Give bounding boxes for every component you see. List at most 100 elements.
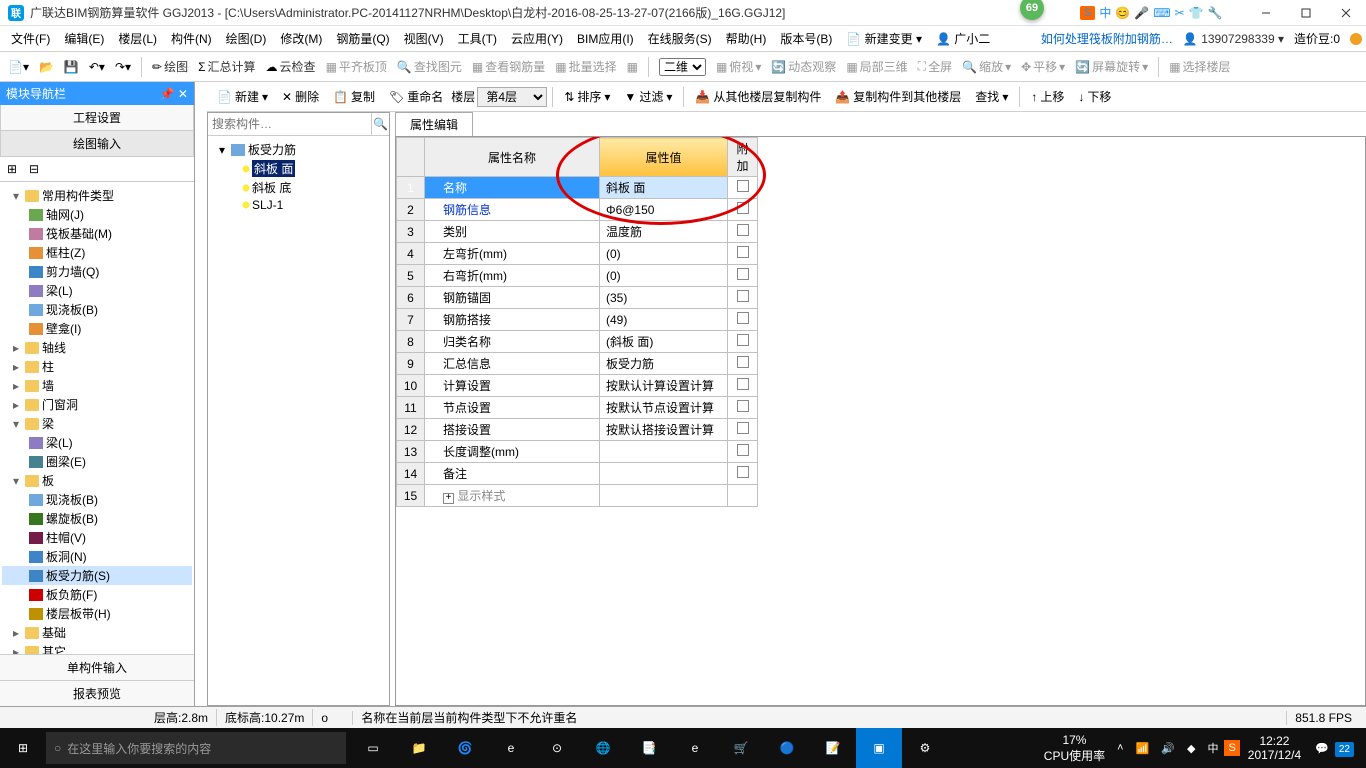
menu-item[interactable]: 版本号(B) xyxy=(773,29,839,49)
property-row[interactable]: 14备注 xyxy=(397,463,758,485)
help-link[interactable]: 如何处理筏板附加钢筋… xyxy=(1041,30,1173,47)
property-row[interactable]: 7钢筋搭接(49) xyxy=(397,309,758,331)
maximize-button[interactable] xyxy=(1286,0,1326,26)
move-up-button[interactable]: ↑ 上移 xyxy=(1025,85,1070,108)
copy-button[interactable]: 📋 复制 xyxy=(327,85,381,108)
extra-button[interactable]: ▦ xyxy=(623,57,642,77)
batch-select-button[interactable]: ▦ 批量选择 xyxy=(551,55,620,78)
nav-tree-node[interactable]: 轴网(J) xyxy=(2,205,192,224)
taskbar-app-4[interactable]: 🌐 xyxy=(580,728,626,768)
collapse-tree-icon[interactable]: ⊟ xyxy=(28,161,46,177)
nav-tree-node[interactable]: 框柱(Z) xyxy=(2,243,192,262)
nav-tree[interactable]: ▾常用构件类型轴网(J)筏板基础(M)框柱(Z)剪力墙(Q)梁(L)现浇板(B)… xyxy=(0,182,194,654)
nav-tree-node[interactable]: 壁龛(I) xyxy=(2,319,192,338)
nav-single-input[interactable]: 单构件输入 xyxy=(0,654,194,680)
sort-button[interactable]: ⇅ 排序 ▾ xyxy=(558,85,616,108)
taskbar-clock[interactable]: 12:222017/12/4 xyxy=(1240,734,1309,763)
nav-tree-node[interactable]: 梁(L) xyxy=(2,281,192,300)
taskbar-app-2[interactable]: 🌀 xyxy=(442,728,488,768)
property-row[interactable]: 15+ 显示样式 xyxy=(397,485,758,507)
taskbar-edge-icon[interactable]: e xyxy=(488,728,534,768)
taskbar-search[interactable]: ○ 在这里输入你要搜索的内容 xyxy=(46,732,346,764)
taskbar-ie-icon[interactable]: e xyxy=(672,728,718,768)
property-row[interactable]: 1名称斜板 面 xyxy=(397,177,758,199)
property-row[interactable]: 2钢筋信息Φ6@150 xyxy=(397,199,758,221)
pin-icon[interactable]: 📌 ✕ xyxy=(160,87,188,101)
menu-item[interactable]: 钢筋量(Q) xyxy=(329,29,396,49)
nav-tree-node[interactable]: 现浇板(B) xyxy=(2,300,192,319)
menu-item[interactable]: 绘图(D) xyxy=(219,29,274,49)
flat-top-button[interactable]: ▦ 平齐板顶 xyxy=(322,55,391,78)
search-icon[interactable]: 🔍 xyxy=(371,113,389,135)
find-element-button[interactable]: 🔍 查找图元 xyxy=(393,55,466,78)
tray-ime-icon[interactable]: 中 xyxy=(1201,740,1224,756)
copy-from-floor-button[interactable]: 📥 从其他楼层复制构件 xyxy=(689,85,827,108)
move-down-button[interactable]: ↓ 下移 xyxy=(1072,85,1117,108)
nav-tree-node[interactable]: 圈梁(E) xyxy=(2,452,192,471)
wrench-icon[interactable]: 🔧 xyxy=(1208,6,1223,20)
nav-tree-node[interactable]: ▸其它 xyxy=(2,642,192,654)
nav-tree-node[interactable]: ▸基础 xyxy=(2,623,192,642)
nav-tree-node[interactable]: 柱帽(V) xyxy=(2,528,192,547)
select-floor-button[interactable]: ▦ 选择楼层 xyxy=(1165,55,1234,78)
sum-calc-button[interactable]: Σ 汇总计算 xyxy=(194,55,259,78)
component-item[interactable]: 斜板 底 xyxy=(212,178,385,197)
rotate-button[interactable]: 🔄 屏幕旋转 ▾ xyxy=(1071,55,1152,78)
property-row[interactable]: 4左弯折(mm)(0) xyxy=(397,243,758,265)
delete-button[interactable]: ✕ 删除 xyxy=(276,85,325,108)
nav-tree-node[interactable]: 楼层板带(H) xyxy=(2,604,192,623)
taskbar-app-9[interactable]: ▣ xyxy=(856,728,902,768)
shirt-icon[interactable]: 👕 xyxy=(1189,6,1204,20)
nav-tree-node[interactable]: 现浇板(B) xyxy=(2,490,192,509)
nav-tree-node[interactable]: ▸门窗洞 xyxy=(2,395,192,414)
floor-select[interactable]: 第4层 xyxy=(477,87,547,107)
copy-to-floor-button[interactable]: 📤 复制构件到其他楼层 xyxy=(829,85,967,108)
nav-tree-node[interactable]: 板洞(N) xyxy=(2,547,192,566)
notification-badge[interactable]: 69 xyxy=(1020,0,1044,20)
dynamic-view-button[interactable]: 🔄 动态观察 xyxy=(767,55,840,78)
property-row[interactable]: 3类别温度筋 xyxy=(397,221,758,243)
undo-button[interactable]: ↶▾ xyxy=(85,57,109,77)
cloud-check-button[interactable]: ☁ 云检查 xyxy=(262,55,320,78)
nav-tree-node[interactable]: 剪力墙(Q) xyxy=(2,262,192,281)
action-center-icon[interactable]: 💬22 xyxy=(1309,742,1366,755)
save-button[interactable]: 💾 xyxy=(60,57,83,77)
menu-item[interactable]: 在线服务(S) xyxy=(641,29,719,49)
property-row[interactable]: 12搭接设置按默认搭接设置计算 xyxy=(397,419,758,441)
taskbar-app-8[interactable]: 📝 xyxy=(810,728,856,768)
account-phone[interactable]: 👤 13907298339 ▾ xyxy=(1183,32,1284,46)
nav-tree-node[interactable]: ▾板 xyxy=(2,471,192,490)
tray-network-icon[interactable]: 📶 xyxy=(1130,742,1156,755)
ime-indicator-icon[interactable]: S xyxy=(1080,6,1095,20)
menu-item[interactable]: 视图(V) xyxy=(397,29,451,49)
keyboard-icon[interactable]: ⌨ xyxy=(1153,6,1170,20)
pan-button[interactable]: ✥ 平移 ▾ xyxy=(1017,55,1069,78)
property-row[interactable]: 5右弯折(mm)(0) xyxy=(397,265,758,287)
component-item[interactable]: 斜板 面 xyxy=(212,159,385,178)
draw-button[interactable]: ✏ 绘图 xyxy=(148,55,192,78)
tray-sogou-icon[interactable]: S xyxy=(1224,740,1239,756)
nav-tree-node[interactable]: ▾梁 xyxy=(2,414,192,433)
taskbar-app-6[interactable]: 🛒 xyxy=(718,728,764,768)
new-change-button[interactable]: 📄 新建变更 ▾ xyxy=(839,27,929,50)
nav-tree-node[interactable]: ▸墙 xyxy=(2,376,192,395)
emoji-icon[interactable]: 😊 xyxy=(1115,6,1130,20)
nav-tree-node[interactable]: 筏板基础(M) xyxy=(2,224,192,243)
mic-icon[interactable]: 🎤 xyxy=(1134,6,1149,20)
component-item[interactable]: SLJ-1 xyxy=(212,197,385,213)
filter-button[interactable]: ▼ 过滤 ▾ xyxy=(618,85,678,108)
local-3d-button[interactable]: ▦ 局部三维 xyxy=(842,55,911,78)
component-root[interactable]: ▾板受力筋 xyxy=(212,140,385,159)
start-button[interactable]: ⊞ xyxy=(0,728,46,768)
nav-report-preview[interactable]: 报表预览 xyxy=(0,680,194,706)
rename-button[interactable]: 🏷 重命名 xyxy=(383,85,449,108)
property-row[interactable]: 10计算设置按默认计算设置计算 xyxy=(397,375,758,397)
task-view-icon[interactable]: ▭ xyxy=(350,728,396,768)
nav-draw-input[interactable]: 绘图输入 xyxy=(0,131,194,157)
tab-property-edit[interactable]: 属性编辑 xyxy=(395,112,473,136)
property-row[interactable]: 9汇总信息板受力筋 xyxy=(397,353,758,375)
view-rebar-button[interactable]: ▦ 查看钢筋量 xyxy=(468,55,549,78)
nav-tree-node[interactable]: ▸轴线 xyxy=(2,338,192,357)
nav-tree-node[interactable]: 板负筋(F) xyxy=(2,585,192,604)
taskbar-app-7[interactable]: 🔵 xyxy=(764,728,810,768)
